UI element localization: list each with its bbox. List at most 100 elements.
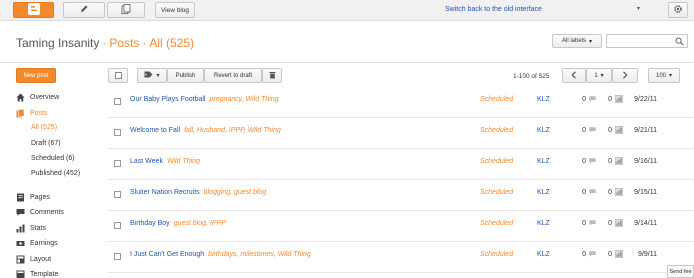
comment-count: 0 [582, 251, 586, 258]
post-title-link[interactable]: Welcome to Fall [130, 127, 180, 134]
revert-to-draft-button[interactable]: Revert to draft [204, 68, 262, 83]
blog-name[interactable]: Taming Insanity [16, 36, 99, 50]
search-icon[interactable] [675, 37, 684, 48]
post-title-cell: Our Baby Plays Football pregnancy, Wild T… [130, 96, 279, 103]
sidebar-item-comments[interactable]: Comments [16, 207, 64, 218]
sidebar-item-posts[interactable]: Posts [16, 108, 48, 119]
table-row[interactable]: Birthday Boy guest blog, IPPP Scheduled KLZ… [108, 212, 694, 242]
blogger-logo-icon [27, 3, 40, 17]
post-labels[interactable]: fall, Husband, IPPP, Wild Thing [184, 127, 281, 134]
post-status: Scheduled [480, 158, 514, 165]
post-labels[interactable]: birthdays, milestones, Wild Thing [208, 251, 311, 258]
post-status: Scheduled [480, 127, 514, 134]
post-labels[interactable]: pregnancy, Wild Thing [209, 96, 278, 103]
sidebar-item-template[interactable]: Template [16, 269, 58, 278]
chevron-down-icon: ▾ [589, 38, 593, 45]
select-all-checkbox-button[interactable] [108, 68, 128, 83]
row-checkbox[interactable] [114, 129, 121, 136]
view-count: 0 [608, 158, 612, 165]
post-title-cell: Sluiter Nation Recruits blogging, guest b… [130, 189, 266, 196]
post-labels[interactable]: Wild Thing [167, 158, 200, 165]
post-title-link[interactable]: Birthday Boy [130, 220, 170, 227]
tag-icon [144, 71, 153, 80]
sidebar-item-pages[interactable]: Pages [16, 192, 50, 203]
sidebar-item-label: Template [30, 271, 59, 278]
post-title-link[interactable]: I Just Can't Get Enough [130, 251, 204, 258]
labels-filter-label: All labels [561, 38, 586, 44]
documents-icon [121, 4, 131, 16]
sidebar-filter-draft[interactable]: Draft (67) [31, 140, 61, 147]
breadcrumb-filter: All (525) [149, 36, 195, 50]
comment-bubble-icon [589, 127, 596, 135]
sidebar-item-earnings[interactable]: Earnings [16, 238, 58, 249]
per-page-select[interactable]: 100 ▾ [648, 68, 680, 83]
prev-page-button[interactable] [562, 68, 586, 83]
comment-bubble-icon [589, 96, 596, 104]
post-author[interactable]: KLZ [537, 251, 550, 258]
next-page-button[interactable] [612, 68, 638, 83]
row-checkbox[interactable] [114, 160, 121, 167]
post-title-cell: Birthday Boy guest blog, IPPP [130, 220, 226, 227]
post-title-link[interactable]: Sluiter Nation Recruits [130, 189, 200, 196]
post-date: 9/21/11 [634, 127, 657, 134]
comment-count: 0 [582, 220, 586, 227]
sidebar-item-stats[interactable]: Stats [16, 223, 46, 234]
home-icon [16, 93, 25, 102]
post-date: 9/22/11 [634, 96, 657, 103]
settings-button[interactable] [668, 2, 688, 18]
publish-button[interactable]: Publish [167, 68, 204, 83]
table-row[interactable]: Last Week Wild Thing Scheduled KLZ 0 0 9/16/11 [108, 150, 694, 180]
page-select[interactable]: 1 ▾ [586, 68, 612, 83]
post-author[interactable]: KLZ [537, 189, 550, 196]
row-checkbox[interactable] [114, 253, 121, 260]
comment-bubble-icon [589, 251, 596, 259]
table-row[interactable]: Our Baby Plays Football pregnancy, Wild T… [108, 88, 694, 118]
post-title-link[interactable]: Our Baby Plays Football [130, 96, 205, 103]
table-row[interactable]: I Just Can't Get Enough birthdays, milest… [108, 243, 694, 273]
chevron-down-icon: ▾ [669, 73, 673, 79]
post-author[interactable]: KLZ [537, 96, 550, 103]
comment-count: 0 [582, 189, 586, 196]
post-author[interactable]: KLZ [537, 220, 550, 227]
page-number: 1 [594, 72, 598, 79]
new-post-button[interactable]: New post [16, 68, 56, 83]
table-row[interactable]: Sluiter Nation Recruits blogging, guest b… [108, 181, 694, 211]
sidebar-filter-all[interactable]: All (525) [31, 124, 57, 131]
sidebar-item-label: Posts [30, 110, 48, 117]
page-header: Taming Insanity · Posts · All (525) All labe… [0, 21, 694, 63]
chevron-down-icon: ▾ [600, 73, 604, 79]
checkbox-icon [114, 72, 122, 79]
switch-interface-link[interactable]: Switch back to the old interface [445, 6, 542, 13]
post-title-link[interactable]: Last Week [130, 158, 163, 165]
label-dropdown-button[interactable]: ▾ [137, 68, 167, 83]
search-input[interactable] [606, 34, 688, 48]
post-author[interactable]: KLZ [537, 127, 550, 134]
post-status: Scheduled [480, 189, 514, 196]
post-date: 9/15/11 [634, 189, 657, 196]
sidebar-item-overview[interactable]: Overview [16, 92, 59, 103]
view-count: 0 [608, 189, 612, 196]
send-feedback-button[interactable]: Send fee [667, 265, 694, 278]
labels-filter-button[interactable]: All labels ▾ [552, 34, 602, 48]
sidebar-item-layout[interactable]: Layout [16, 254, 51, 265]
gear-icon [673, 4, 683, 16]
comment-count: 0 [582, 158, 586, 165]
post-author[interactable]: KLZ [537, 158, 550, 165]
post-labels[interactable]: blogging, guest blog [204, 189, 267, 196]
sidebar-filter-scheduled[interactable]: Scheduled (6) [31, 155, 75, 162]
sidebar-filter-published[interactable]: Published (452) [31, 170, 80, 177]
row-checkbox[interactable] [114, 191, 121, 198]
sidebar-item-label: Earnings [30, 240, 58, 247]
post-date: 9/16/11 [634, 158, 657, 165]
row-checkbox[interactable] [114, 98, 121, 105]
breadcrumb-section[interactable]: Posts [109, 36, 139, 50]
account-dropdown-icon[interactable]: ▾ [637, 5, 640, 12]
row-checkbox[interactable] [114, 222, 121, 229]
table-row[interactable]: Welcome to Fall fall, Husband, IPPP, Wild… [108, 119, 694, 149]
new-post-pencil-button[interactable] [63, 2, 105, 18]
post-labels[interactable]: guest blog, IPPP [174, 220, 226, 227]
blogger-home-button[interactable] [13, 2, 54, 18]
delete-button[interactable] [262, 68, 282, 83]
posts-list-button[interactable] [107, 2, 145, 18]
view-blog-button[interactable]: View blog [155, 2, 195, 18]
